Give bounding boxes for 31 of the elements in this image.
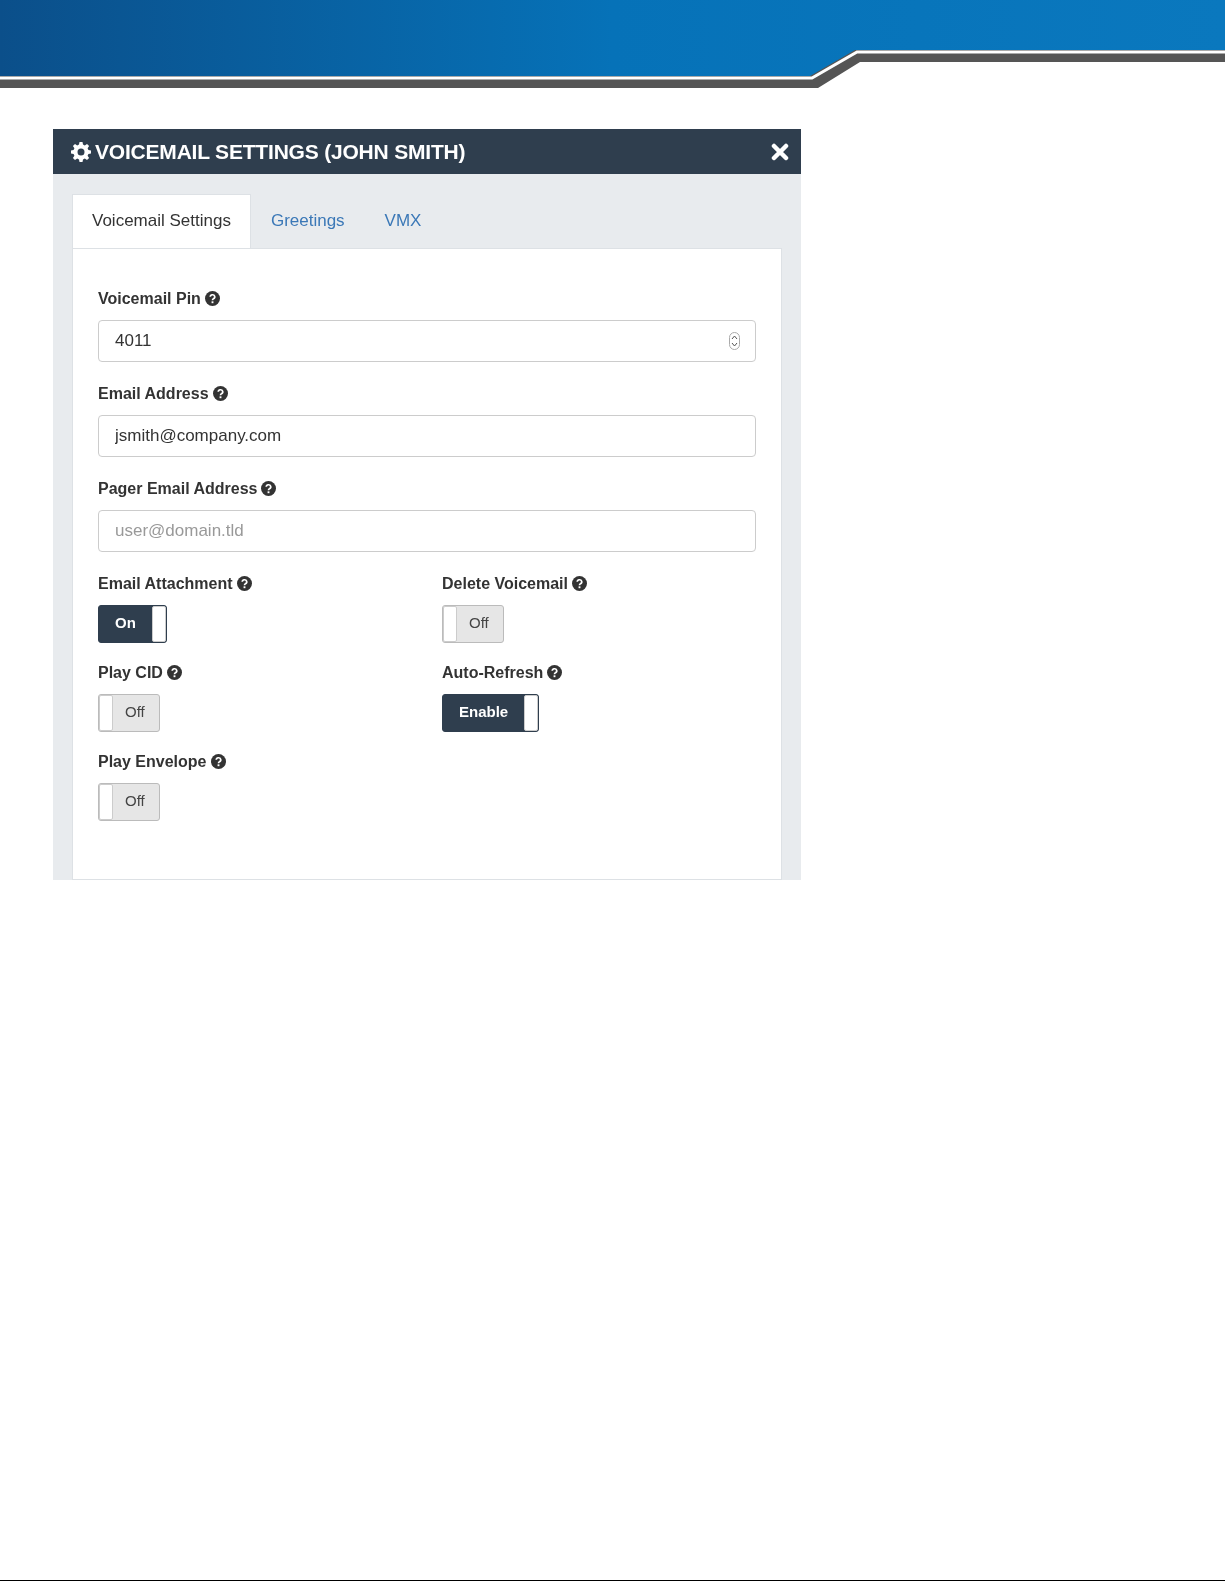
- help-icon[interactable]: [210, 754, 226, 769]
- help-icon[interactable]: [166, 665, 182, 680]
- field-label: Auto-Refresh: [442, 662, 544, 683]
- help-icon[interactable]: [547, 665, 563, 680]
- help-icon[interactable]: [236, 576, 252, 591]
- tab[interactable]: VMX: [364, 194, 442, 248]
- gear-icon: [71, 141, 91, 162]
- field-label: Delete Voicemail: [442, 573, 568, 594]
- help-icon[interactable]: [204, 291, 220, 306]
- close-icon[interactable]: [771, 142, 789, 161]
- dialog-title: VOICEMAIL SETTINGS (JOHN SMITH): [95, 138, 466, 165]
- number-field[interactable]: 4011: [98, 319, 756, 362]
- field-label: Play Envelope: [98, 751, 207, 772]
- help-icon[interactable]: [572, 576, 587, 591]
- help-icon[interactable]: [261, 481, 277, 496]
- spinner-icon[interactable]: [729, 331, 740, 350]
- input-field[interactable]: user@domain.tld: [98, 509, 756, 552]
- toggle-switch[interactable]: Off: [98, 782, 160, 821]
- toggle-switch[interactable]: Enable: [442, 693, 540, 732]
- toggle-switch[interactable]: Off: [442, 604, 504, 643]
- field-label: Email Address: [98, 383, 209, 404]
- tab[interactable]: Voicemail Settings: [72, 194, 251, 248]
- tab[interactable]: Greetings: [250, 194, 365, 248]
- field-label: Voicemail Pin: [98, 288, 201, 309]
- help-icon[interactable]: [212, 386, 228, 401]
- field-label: Email Attachment: [98, 573, 233, 594]
- toggle-switch[interactable]: On: [98, 604, 167, 643]
- toggle-switch[interactable]: Off: [98, 693, 160, 732]
- field-label: Pager Email Address: [98, 478, 258, 499]
- field-label: Play CID: [98, 662, 163, 683]
- input-field[interactable]: jsmith@company.com: [98, 414, 756, 457]
